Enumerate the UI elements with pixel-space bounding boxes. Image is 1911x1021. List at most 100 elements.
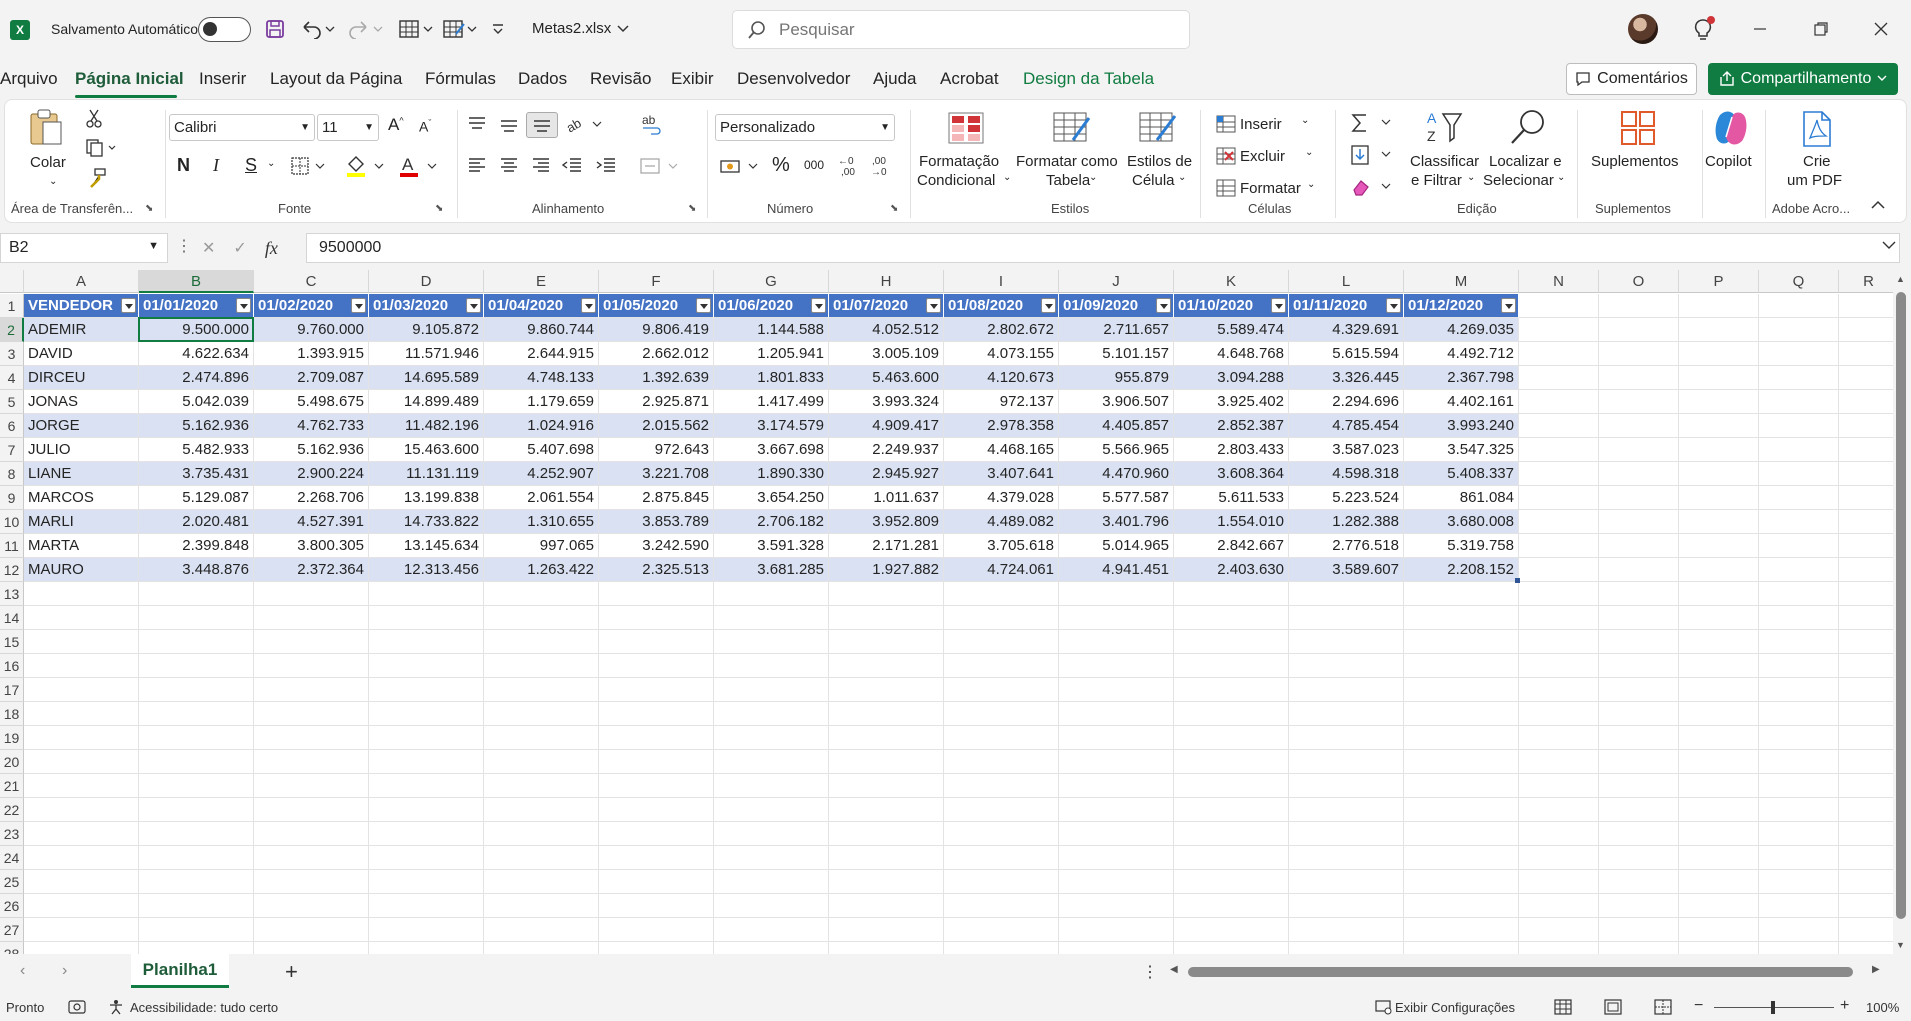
empty-cell[interactable]	[1404, 630, 1519, 654]
delete-cells-label[interactable]: Excluir	[1240, 147, 1285, 166]
column-header[interactable]: Q	[1759, 270, 1839, 293]
empty-cell[interactable]	[1759, 390, 1839, 414]
empty-cell[interactable]	[1679, 606, 1759, 630]
row-header[interactable]: 6	[0, 414, 24, 438]
filter-dropdown-icon[interactable]	[581, 298, 596, 313]
insert-cells-label[interactable]: Inserir	[1240, 115, 1282, 134]
empty-cell[interactable]	[254, 726, 369, 750]
row-header[interactable]: 20	[0, 750, 24, 774]
addins-label[interactable]: Suplementos	[1591, 152, 1679, 171]
page-break-view-icon[interactable]	[1654, 999, 1672, 1015]
empty-cell[interactable]	[1679, 462, 1759, 486]
bold-icon[interactable]: N	[177, 155, 190, 176]
value-cell[interactable]: 1.554.010	[1174, 510, 1289, 534]
empty-cell[interactable]	[829, 750, 944, 774]
empty-cell[interactable]	[1759, 918, 1839, 942]
cell-styles-icon[interactable]	[1139, 110, 1179, 146]
empty-cell[interactable]	[1599, 798, 1679, 822]
comments-button[interactable]: Comentários	[1566, 63, 1697, 95]
empty-cell[interactable]	[24, 606, 139, 630]
chevron-down-icon[interactable]: ⌄	[1178, 172, 1186, 183]
empty-cell[interactable]	[1059, 846, 1174, 870]
row-header[interactable]: 7	[0, 438, 24, 462]
table-header-cell[interactable]: VENDEDOR	[24, 294, 139, 318]
empty-cell[interactable]	[1679, 510, 1759, 534]
align-middle-icon[interactable]	[499, 118, 519, 134]
empty-cell[interactable]	[829, 774, 944, 798]
empty-cell[interactable]	[139, 678, 254, 702]
prev-sheet-icon[interactable]: ‹	[20, 962, 25, 980]
empty-cell[interactable]	[1679, 942, 1759, 954]
orientation-icon[interactable]: ab	[565, 114, 605, 134]
empty-cell[interactable]	[139, 630, 254, 654]
row-header[interactable]: 17	[0, 678, 24, 702]
empty-cell[interactable]	[1174, 726, 1289, 750]
column-header[interactable]: A	[24, 270, 139, 293]
tab-dados[interactable]: Dados	[518, 69, 567, 89]
italic-icon[interactable]: I	[213, 155, 219, 176]
filter-dropdown-icon[interactable]	[696, 298, 711, 313]
value-cell[interactable]: 15.463.600	[369, 438, 484, 462]
empty-cell[interactable]	[1599, 630, 1679, 654]
empty-cell[interactable]	[1519, 750, 1599, 774]
empty-cell[interactable]	[829, 606, 944, 630]
dialog-launcher-icon[interactable]: ⬊	[890, 203, 898, 214]
row-header[interactable]: 18	[0, 702, 24, 726]
empty-cell[interactable]	[1839, 606, 1893, 630]
value-cell[interactable]: 5.577.587	[1059, 486, 1174, 510]
value-cell[interactable]: 4.622.634	[139, 342, 254, 366]
empty-cell[interactable]	[1059, 654, 1174, 678]
empty-cell[interactable]	[599, 846, 714, 870]
empty-cell[interactable]	[1759, 870, 1839, 894]
value-cell[interactable]: 1.144.588	[714, 318, 829, 342]
empty-cell[interactable]	[484, 582, 599, 606]
more-options-icon[interactable]: ⋮	[176, 236, 192, 256]
empty-cell[interactable]	[1289, 726, 1404, 750]
empty-cell[interactable]	[369, 942, 484, 954]
filter-dropdown-icon[interactable]	[466, 298, 481, 313]
empty-cell[interactable]	[599, 918, 714, 942]
filter-dropdown-icon[interactable]	[1501, 298, 1516, 313]
row-header[interactable]: 28	[0, 942, 24, 954]
table-header-cell[interactable]: 01/08/2020	[944, 294, 1059, 318]
vendor-name-cell[interactable]: JORGE	[24, 414, 139, 438]
empty-cell[interactable]	[1679, 318, 1759, 342]
value-cell[interactable]: 2.171.281	[829, 534, 944, 558]
empty-cell[interactable]	[1599, 702, 1679, 726]
column-header[interactable]: G	[714, 270, 829, 293]
value-cell[interactable]: 2.978.358	[944, 414, 1059, 438]
table-header-cell[interactable]: 01/11/2020	[1289, 294, 1404, 318]
empty-cell[interactable]	[24, 678, 139, 702]
value-cell[interactable]: 2.644.915	[484, 342, 599, 366]
empty-cell[interactable]	[1759, 534, 1839, 558]
value-cell[interactable]: 3.242.590	[599, 534, 714, 558]
empty-cell[interactable]	[1599, 822, 1679, 846]
name-box[interactable]: B2 ▼	[0, 233, 168, 263]
paste-icon[interactable]	[27, 108, 65, 148]
empty-cell[interactable]	[24, 582, 139, 606]
empty-cell[interactable]	[599, 894, 714, 918]
empty-cell[interactable]	[139, 582, 254, 606]
empty-cell[interactable]	[1519, 606, 1599, 630]
empty-cell[interactable]	[24, 654, 139, 678]
empty-cell[interactable]	[1839, 894, 1893, 918]
value-cell[interactable]: 5.129.087	[139, 486, 254, 510]
empty-cell[interactable]	[1174, 918, 1289, 942]
dialog-launcher-icon[interactable]: ⬊	[435, 203, 443, 214]
empty-cell[interactable]	[1519, 702, 1599, 726]
empty-cell[interactable]	[1404, 654, 1519, 678]
tab-pagina-inicial[interactable]: Página Inicial	[75, 69, 184, 89]
empty-cell[interactable]	[139, 918, 254, 942]
empty-cell[interactable]	[254, 750, 369, 774]
vendor-name-cell[interactable]: MARLI	[24, 510, 139, 534]
display-settings-icon[interactable]	[1375, 999, 1393, 1015]
value-cell[interactable]: 4.252.907	[484, 462, 599, 486]
empty-cell[interactable]	[829, 702, 944, 726]
empty-cell[interactable]	[944, 582, 1059, 606]
empty-cell[interactable]	[1059, 606, 1174, 630]
empty-cell[interactable]	[1519, 774, 1599, 798]
zoom-slider-thumb[interactable]	[1771, 1001, 1775, 1014]
empty-cell[interactable]	[1404, 798, 1519, 822]
empty-cell[interactable]	[1599, 510, 1679, 534]
close-icon[interactable]	[1858, 12, 1904, 46]
